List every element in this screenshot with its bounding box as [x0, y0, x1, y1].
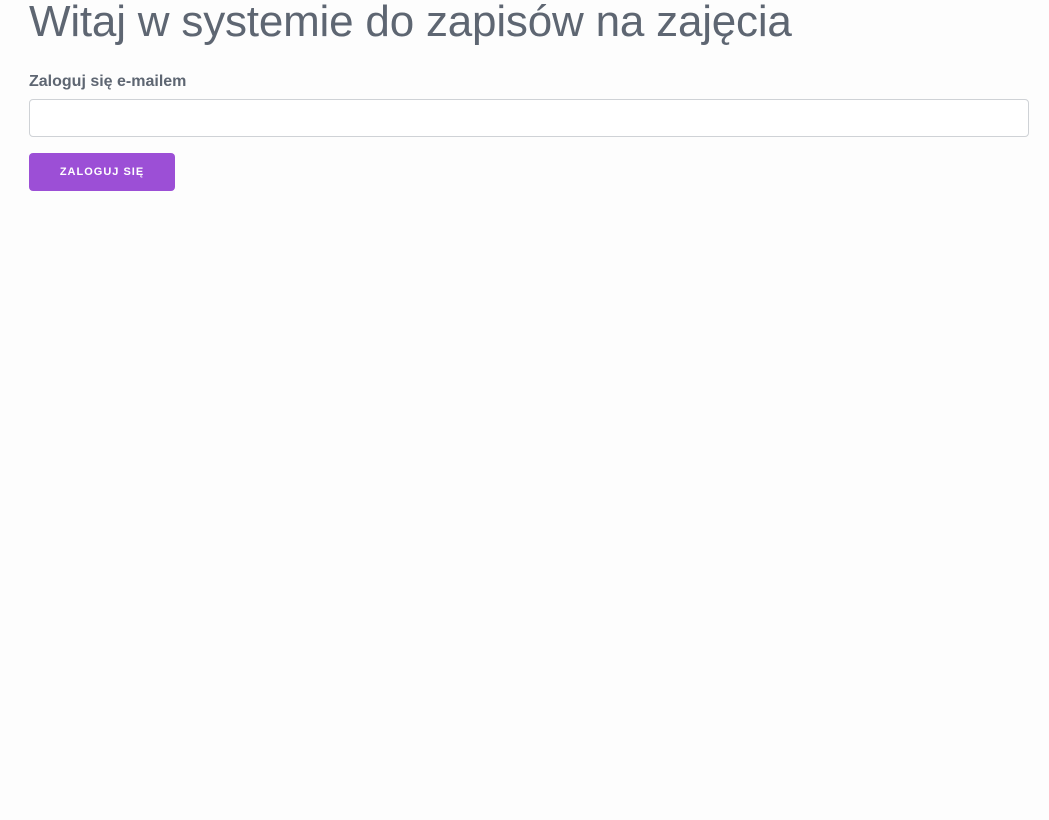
email-field[interactable] — [29, 99, 1029, 137]
login-button[interactable]: ZALOGUJ SIĘ — [29, 153, 175, 191]
page-title: Witaj w systemie do zapisów na zajęcia — [29, 0, 792, 46]
email-label: Zaloguj się e-mailem — [29, 73, 187, 90]
login-form: Zaloguj się e-mailem ZALOGUJ SIĘ — [29, 73, 1029, 191]
login-page: Witaj w systemie do zapisów na zajęcia Z… — [29, 0, 1029, 191]
